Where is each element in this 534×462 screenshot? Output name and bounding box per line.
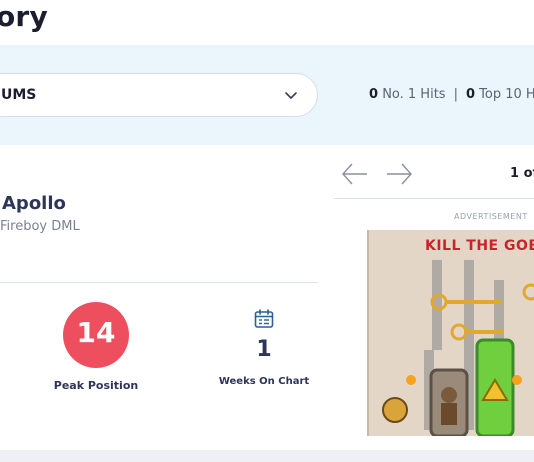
carousel-nav <box>340 160 420 188</box>
no1-hits-count: 0 <box>369 87 379 102</box>
weeks-on-chart-label: Weeks On Chart <box>218 376 310 387</box>
card-divider <box>0 282 318 283</box>
weeks-on-chart-value: 1 <box>256 337 272 362</box>
ad-game-artwork <box>382 260 534 436</box>
chevron-down-icon <box>285 92 297 99</box>
advertisement-label: ADVERTISEMENT <box>454 212 528 221</box>
ad-headline: KILL THE GOBL <box>425 238 534 254</box>
top10-hits-label: Top 10 Hi <box>479 87 534 102</box>
page-title: ory <box>0 0 48 33</box>
peak-position-value: 14 <box>76 316 116 349</box>
song-card: Apollo Fireboy DML 14 Peak Position 1 We… <box>0 149 318 449</box>
no1-hits-label: No. 1 Hits <box>382 87 446 102</box>
song-artist[interactable]: Fireboy DML <box>0 219 80 234</box>
calendar-icon <box>254 309 274 328</box>
peak-position-badge: 14 <box>63 302 129 368</box>
chart-select-dropdown[interactable]: UMS <box>0 73 318 117</box>
ad-divider <box>334 198 534 199</box>
arrow-right-icon[interactable] <box>384 160 414 188</box>
hits-summary: 0 No. 1 Hits | 0 Top 10 Hi <box>369 87 534 102</box>
song-title[interactable]: Apollo <box>2 193 66 214</box>
stats-separator: | <box>453 87 458 102</box>
bottom-band <box>0 450 534 462</box>
peak-position-label: Peak Position <box>53 379 139 392</box>
advertisement-banner[interactable]: KILL THE GOBL <box>367 230 534 436</box>
filter-band: UMS 0 No. 1 Hits | 0 Top 10 Hi <box>0 45 534 145</box>
chart-select-value: UMS <box>1 87 37 103</box>
pager-text: 1 of <box>510 166 534 181</box>
top10-hits-count: 0 <box>465 87 475 102</box>
arrow-left-icon[interactable] <box>340 160 370 188</box>
